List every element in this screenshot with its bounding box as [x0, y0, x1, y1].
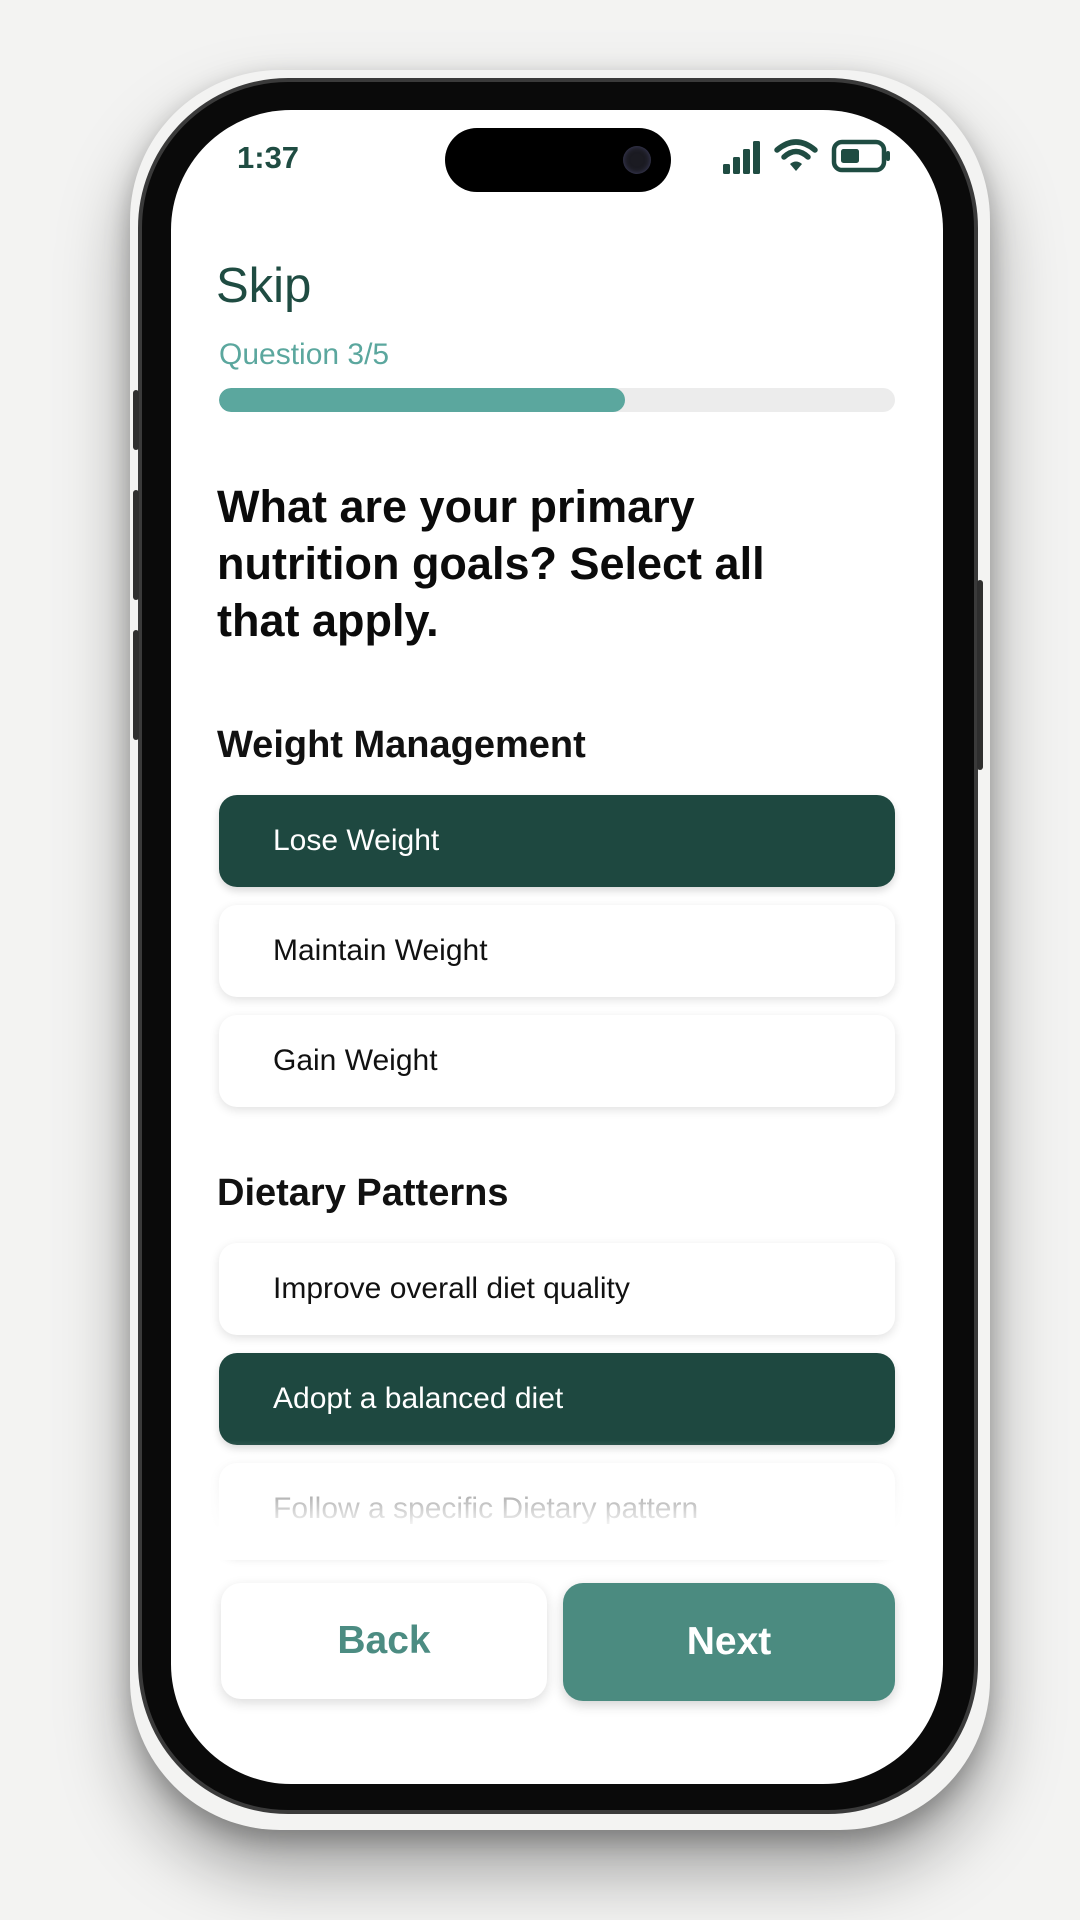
option-lose-weight[interactable]: Lose Weight: [219, 795, 895, 887]
option-improve-diet-quality[interactable]: Improve overall diet quality: [219, 1243, 895, 1335]
section-label-weight-management: Weight Management: [217, 724, 586, 766]
power-button: [977, 580, 983, 770]
back-button[interactable]: Back: [221, 1583, 547, 1699]
volume-up-button: [133, 490, 139, 600]
camera-icon: [623, 146, 651, 174]
section-label-dietary-patterns: Dietary Patterns: [217, 1172, 509, 1214]
battery-icon: [831, 139, 890, 173]
option-balanced-diet[interactable]: Adopt a balanced diet: [219, 1353, 895, 1445]
signal-icon: [723, 141, 760, 174]
dynamic-island: [445, 128, 671, 192]
status-icons: [721, 136, 901, 176]
progress-bar: [219, 388, 895, 412]
wifi-icon: [774, 139, 818, 171]
question-counter: Question 3/5: [219, 338, 390, 371]
volume-down-button: [133, 630, 139, 740]
option-maintain-weight[interactable]: Maintain Weight: [219, 905, 895, 997]
option-specific-dietary-pattern[interactable]: Follow a specific Dietary pattern: [219, 1463, 895, 1555]
progress-fill: [219, 388, 625, 412]
question-title: What are your primary nutrition goals? S…: [217, 481, 765, 646]
mute-switch: [133, 390, 139, 450]
skip-button[interactable]: Skip: [216, 258, 311, 314]
status-time: 1:37: [237, 140, 300, 175]
phone-screen: 1:37 Skip Question 3/5 What are your pri…: [171, 110, 943, 1784]
option-gain-weight[interactable]: Gain Weight: [219, 1015, 895, 1107]
next-button[interactable]: Next: [563, 1583, 895, 1701]
